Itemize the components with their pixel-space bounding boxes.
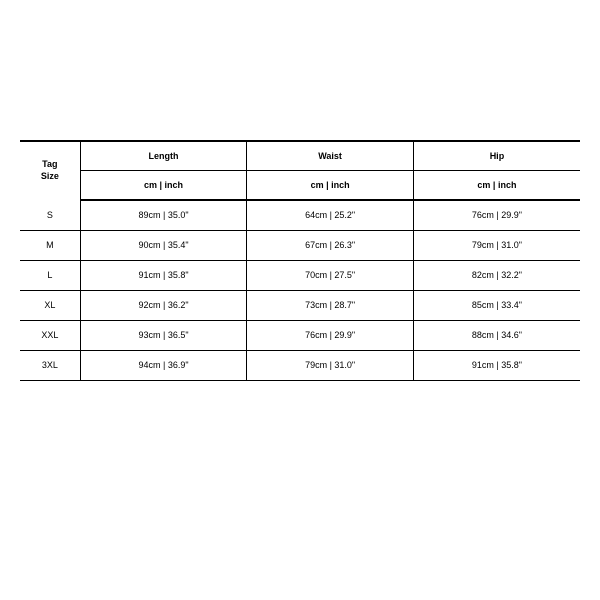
cell-waist: 76cm | 29.9" (247, 320, 414, 350)
table-row: S 89cm | 35.0" 64cm | 25.2" 76cm | 29.9" (20, 200, 580, 230)
header-length: Length (80, 141, 247, 171)
table-row: L 91cm | 35.8" 70cm | 27.5" 82cm | 32.2" (20, 260, 580, 290)
table-row: 3XL 94cm | 36.9" 79cm | 31.0" 91cm | 35.… (20, 350, 580, 380)
cell-length: 91cm | 35.8" (80, 260, 247, 290)
header-tag: Tag (42, 159, 57, 169)
cell-hip: 76cm | 29.9" (413, 200, 580, 230)
cell-waist: 73cm | 28.7" (247, 290, 414, 320)
header-row-top: Tag Size Length Waist Hip (20, 141, 580, 171)
header-size: Size (41, 171, 59, 181)
unit-waist: cm | inch (247, 171, 414, 201)
cell-waist: 70cm | 27.5" (247, 260, 414, 290)
cell-length: 94cm | 36.9" (80, 350, 247, 380)
cell-waist: 64cm | 25.2" (247, 200, 414, 230)
header-tag-size: Tag Size (20, 141, 80, 200)
cell-length: 90cm | 35.4" (80, 230, 247, 260)
header-waist: Waist (247, 141, 414, 171)
header-hip: Hip (413, 141, 580, 171)
cell-length: 89cm | 35.0" (80, 200, 247, 230)
cell-size: L (20, 260, 80, 290)
cell-size: M (20, 230, 80, 260)
cell-size: 3XL (20, 350, 80, 380)
cell-size: XL (20, 290, 80, 320)
cell-hip: 85cm | 33.4" (413, 290, 580, 320)
unit-hip: cm | inch (413, 171, 580, 201)
cell-size: XXL (20, 320, 80, 350)
unit-length: cm | inch (80, 171, 247, 201)
cell-hip: 88cm | 34.6" (413, 320, 580, 350)
table-row: M 90cm | 35.4" 67cm | 26.3" 79cm | 31.0" (20, 230, 580, 260)
cell-hip: 79cm | 31.0" (413, 230, 580, 260)
size-chart-table: Tag Size Length Waist Hip cm | inch cm |… (20, 140, 580, 381)
cell-size: S (20, 200, 80, 230)
header-row-units: cm | inch cm | inch cm | inch (20, 171, 580, 201)
cell-waist: 67cm | 26.3" (247, 230, 414, 260)
cell-length: 93cm | 36.5" (80, 320, 247, 350)
table-row: XXL 93cm | 36.5" 76cm | 29.9" 88cm | 34.… (20, 320, 580, 350)
table-row: XL 92cm | 36.2" 73cm | 28.7" 85cm | 33.4… (20, 290, 580, 320)
cell-waist: 79cm | 31.0" (247, 350, 414, 380)
cell-hip: 91cm | 35.8" (413, 350, 580, 380)
cell-hip: 82cm | 32.2" (413, 260, 580, 290)
cell-length: 92cm | 36.2" (80, 290, 247, 320)
